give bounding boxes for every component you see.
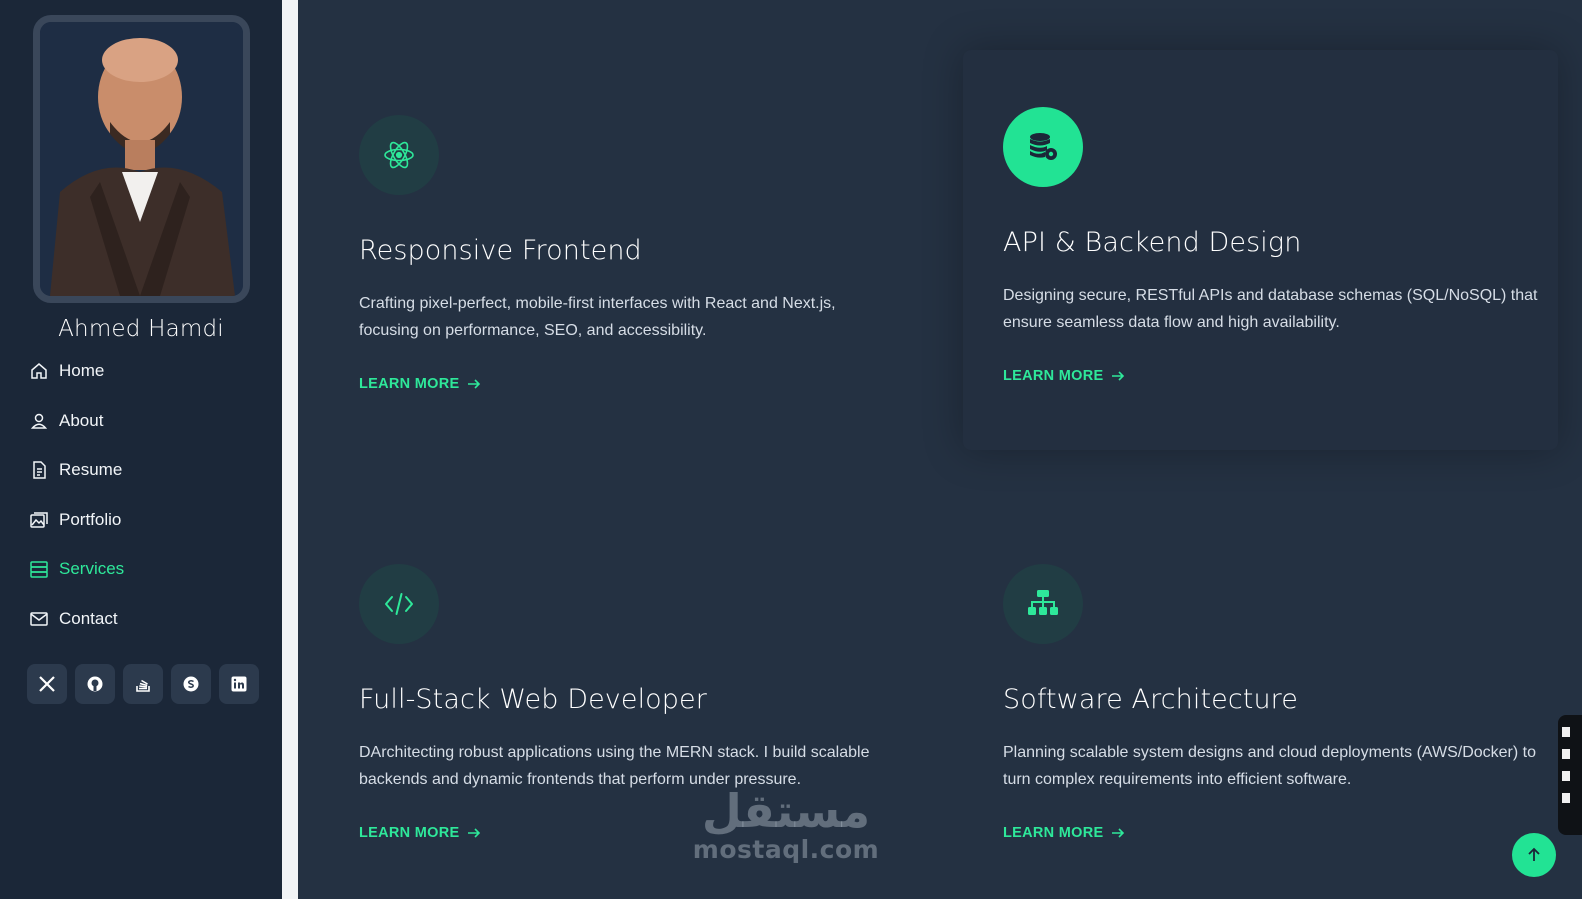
x-twitter-button[interactable] (27, 664, 67, 704)
nav-item-services[interactable]: Services (28, 555, 268, 583)
service-icon-wrapper (1003, 564, 1083, 644)
nav-item-label: Resume (59, 460, 123, 479)
nav-item-contact[interactable]: Contact (28, 605, 268, 633)
learn-more-label: LEARN MORE (359, 825, 460, 841)
service-title: Software Architecture (1003, 684, 1298, 715)
github-button[interactable] (75, 664, 115, 704)
diagram-icon (1028, 590, 1058, 615)
stack-overflow-icon (136, 679, 150, 692)
sidebar-divider (282, 0, 298, 899)
home-icon (28, 360, 50, 382)
service-description: Designing secure, RESTful APIs and datab… (1003, 287, 1538, 331)
social-links (27, 664, 259, 704)
learn-more-link[interactable]: LEARN MORE (359, 376, 481, 392)
edge-toolbar-widget[interactable] (1558, 715, 1582, 835)
sidebar-nav: Home About Resume Portfolio Services Con… (28, 357, 268, 654)
services-section: Responsive Frontend Crafting pixel-perfe… (298, 0, 1582, 899)
edge-toolbar-item (1562, 749, 1570, 759)
learn-more-label: LEARN MORE (1003, 825, 1104, 841)
person-icon (28, 410, 50, 432)
nav-item-resume[interactable]: Resume (28, 456, 268, 484)
linkedin-button[interactable] (219, 664, 259, 704)
x-twitter-icon (39, 676, 55, 692)
learn-more-label: LEARN MORE (1003, 368, 1104, 384)
service-description: Planning scalable system designs and clo… (1003, 744, 1536, 788)
skype-button[interactable] (171, 664, 211, 704)
nav-item-label: Portfolio (59, 509, 122, 529)
watermark-latin: mostaql.com (692, 835, 880, 864)
edge-toolbar-item (1562, 727, 1570, 737)
service-card-architecture: Software Architecture Planning scalable … (963, 505, 1558, 899)
react-atom-icon (384, 141, 414, 169)
service-description: Crafting pixel-perfect, mobile-first int… (359, 295, 836, 339)
arrow-right-icon (467, 826, 481, 840)
github-icon (87, 676, 103, 692)
arrow-right-icon (1111, 369, 1125, 383)
learn-more-link[interactable]: LEARN MORE (1003, 368, 1125, 384)
envelope-icon (28, 608, 50, 630)
profile-photo-illustration (40, 22, 243, 296)
arrow-right-icon (467, 377, 481, 391)
edge-toolbar-item (1562, 793, 1570, 803)
arrow-right-icon (1111, 826, 1125, 840)
images-icon (28, 509, 50, 531)
nav-item-label: About (59, 410, 104, 430)
watermark-arabic: مستقل (701, 784, 871, 838)
service-title: Responsive Frontend (359, 235, 642, 266)
database-gear-icon (1030, 133, 1057, 160)
hdd-stack-icon (28, 558, 50, 580)
sidebar: Ahmed Hamdi Home About Resume Portfolio (0, 0, 282, 899)
nav-item-label: Contact (59, 608, 118, 628)
profile-name: Ahmed Hamdi (58, 316, 224, 342)
nav-item-about[interactable]: About (28, 407, 268, 435)
nav-item-label: Home (59, 361, 105, 380)
code-slash-icon (385, 593, 413, 615)
service-icon-wrapper (359, 564, 439, 644)
nav-item-label: Services (59, 559, 125, 578)
service-icon-wrapper (359, 115, 439, 195)
service-title: Full-Stack Web Developer (359, 684, 707, 715)
nav-item-home[interactable]: Home (28, 357, 268, 385)
service-card-backend: API & Backend Design Designing secure, R… (963, 50, 1558, 450)
service-icon-wrapper (1003, 107, 1083, 187)
learn-more-link[interactable]: LEARN MORE (1003, 825, 1125, 841)
scroll-top-button[interactable] (1512, 833, 1556, 877)
mostaql-watermark: مستقل mostaql.com (686, 785, 886, 863)
profile-photo (33, 15, 250, 303)
learn-more-link[interactable]: LEARN MORE (359, 825, 481, 841)
edge-toolbar-item (1562, 771, 1570, 781)
file-icon (28, 459, 50, 481)
skype-icon (183, 676, 199, 692)
learn-more-label: LEARN MORE (359, 376, 460, 392)
linkedin-icon (231, 676, 247, 692)
service-title: API & Backend Design (1003, 227, 1302, 258)
stack-overflow-button[interactable] (123, 664, 163, 704)
service-card-frontend: Responsive Frontend Crafting pixel-perfe… (328, 55, 923, 455)
arrow-up-icon (1528, 847, 1540, 861)
nav-item-portfolio[interactable]: Portfolio (28, 506, 268, 534)
